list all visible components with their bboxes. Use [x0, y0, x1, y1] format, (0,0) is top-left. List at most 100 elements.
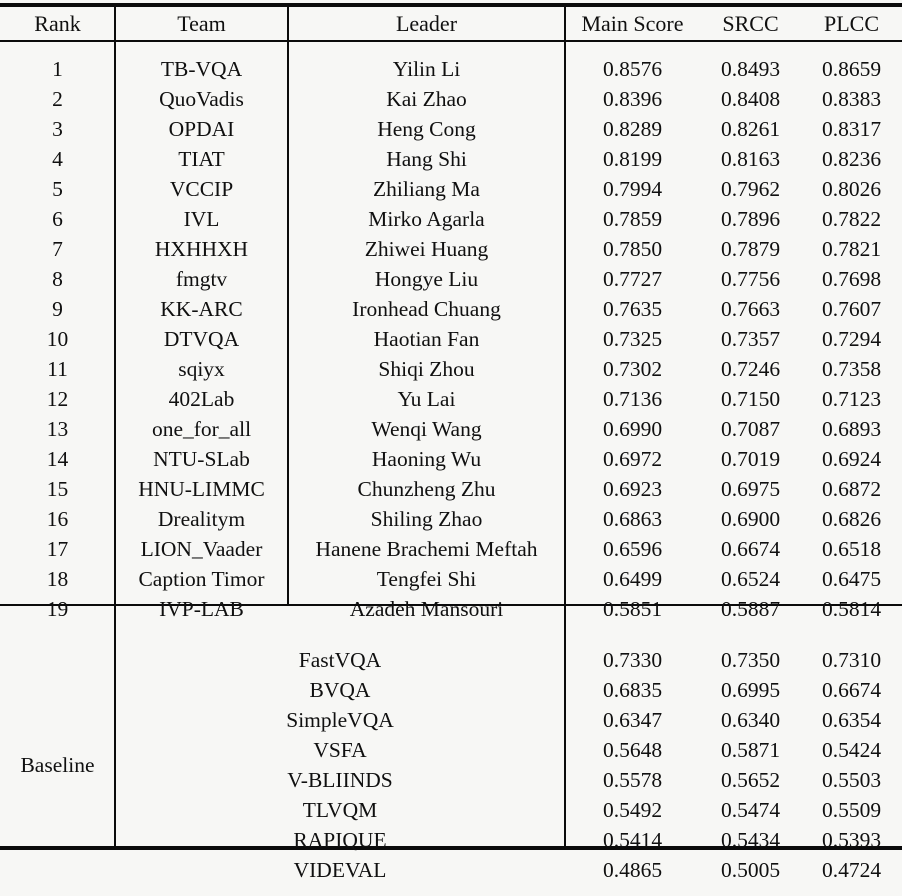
table-row: 8 fmgtv Hongye Liu 0.7727 0.7756 0.7698	[0, 265, 902, 295]
cell-leader: Shiqi Zhou	[378, 357, 475, 382]
spacer-above-header	[0, 0, 902, 9]
table-row: 14 NTU-SLab Haoning Wu 0.6972 0.7019 0.6924	[0, 445, 902, 475]
cell-main-score: 0.5414	[602, 828, 663, 853]
table-row: 6 IVL Mirko Agarla 0.7859 0.7896 0.7822	[0, 205, 902, 235]
cell-leader: Azadeh Mansouri	[349, 597, 504, 622]
cell-team: OPDAI	[168, 117, 235, 142]
cell-srcc: 0.7350	[720, 648, 781, 673]
cell-plcc: 0.7358	[821, 357, 882, 382]
cell-main-score: 0.8576	[602, 57, 663, 82]
cell-rank: 1	[52, 57, 63, 82]
cell-team: fmgtv	[175, 267, 228, 292]
cell-srcc: 0.7246	[720, 357, 781, 382]
table-row: 17 LION_Vaader Hanene Brachemi Meftah 0.659…	[0, 535, 902, 565]
cell-plcc: 0.5509	[821, 798, 882, 823]
cell-plcc: 0.5503	[821, 768, 882, 793]
table-row: 19 IVP-LAB Azadeh Mansouri 0.5851 0.5887 0.58…	[0, 595, 902, 625]
cell-rank: 12	[46, 387, 69, 412]
spacer-cell	[0, 39, 902, 46]
cell-leader: Tengfei Shi	[376, 567, 477, 592]
cell-srcc: 0.6975	[720, 477, 781, 502]
cell-leader: Yilin Li	[392, 57, 461, 82]
cell-srcc: 0.7019	[720, 447, 781, 472]
cell-plcc: 0.8236	[821, 147, 882, 172]
cell-leader: Haotian Fan	[373, 327, 480, 352]
cell-baseline-method: V-BLIINDS	[287, 768, 393, 793]
column-header-team: Team	[177, 11, 226, 36]
spacer-cell	[0, 0, 902, 9]
cell-team: TIAT	[178, 147, 225, 172]
cell-leader: Yu Lai	[397, 387, 456, 412]
cell-leader: Zhiwei Huang	[364, 237, 489, 262]
spacer-above-bottom-rule	[0, 886, 902, 896]
cell-plcc: 0.8026	[821, 177, 882, 202]
cell-srcc: 0.6340	[720, 708, 781, 733]
baseline-row: SimpleVQA 0.6347 0.6340 0.6354	[0, 706, 902, 736]
cell-main-score: 0.6499	[602, 567, 663, 592]
cell-plcc: 0.6674	[821, 678, 882, 703]
cell-main-score: 0.7635	[602, 297, 663, 322]
cell-plcc: 0.7294	[821, 327, 882, 352]
cell-leader: Mirko Agarla	[368, 207, 485, 232]
cell-srcc: 0.5871	[720, 738, 781, 763]
cell-srcc: 0.7879	[720, 237, 781, 262]
cell-rank: 3	[52, 117, 63, 142]
table-row: 4 TIAT Hang Shi 0.8199 0.8163 0.8236	[0, 145, 902, 175]
cell-plcc: 0.6872	[821, 477, 882, 502]
column-header-srcc: SRCC	[722, 11, 779, 36]
cell-plcc: 0.7821	[821, 237, 882, 262]
cell-main-score: 0.8199	[602, 147, 663, 172]
table-row: 12 402Lab Yu Lai 0.7136 0.7150 0.7123	[0, 385, 902, 415]
cell-srcc: 0.8163	[720, 147, 781, 172]
cell-leader: Heng Cong	[377, 117, 476, 142]
cell-srcc: 0.5887	[720, 597, 781, 622]
baseline-row: BVQA 0.6835 0.6995 0.6674	[0, 676, 902, 706]
baseline-section-label: Baseline	[20, 753, 95, 778]
cell-main-score: 0.5578	[602, 768, 663, 793]
cell-rank: 17	[46, 537, 69, 562]
results-table-container: Rank Team Leader Main Score SRCC PLCC 1 TB-VQA Y…	[0, 0, 902, 881]
cell-rank: 6	[52, 207, 63, 232]
cell-team: IVP-LAB	[159, 597, 244, 622]
cell-leader: Kai Zhao	[386, 87, 467, 112]
cell-srcc: 0.5005	[720, 858, 781, 883]
cell-plcc: 0.6518	[821, 537, 882, 562]
cell-leader: Haoning Wu	[371, 447, 482, 472]
cell-plcc: 0.8317	[821, 117, 882, 142]
cell-rank: 2	[52, 87, 63, 112]
table-row: 1 TB-VQA Yilin Li 0.8576 0.8493 0.8659	[0, 55, 902, 85]
cell-plcc: 0.7123	[821, 387, 882, 412]
cell-plcc: 0.5393	[821, 828, 882, 853]
cell-plcc: 0.6924	[821, 447, 882, 472]
cell-plcc: 0.8383	[821, 87, 882, 112]
cell-main-score: 0.6990	[602, 417, 663, 442]
cell-leader: Hang Shi	[386, 147, 467, 172]
cell-rank: 16	[46, 507, 69, 532]
cell-main-score: 0.7994	[602, 177, 663, 202]
table-row: 15 HNU-LIMMC Chunzheng Zhu 0.6923 0.6975 0.68…	[0, 475, 902, 505]
column-header-leader: Leader	[395, 11, 458, 36]
cell-main-score: 0.5492	[602, 798, 663, 823]
column-header-plcc: PLCC	[823, 11, 880, 36]
cell-rank: 4	[52, 147, 63, 172]
cell-baseline-method: VSFA	[313, 738, 367, 763]
cell-team: LION_Vaader	[140, 537, 263, 562]
cell-leader: Shiling Zhao	[370, 507, 483, 532]
cell-rank: 10	[46, 327, 69, 352]
cell-srcc: 0.7087	[720, 417, 781, 442]
cell-main-score: 0.6863	[602, 507, 663, 532]
cell-plcc: 0.7607	[821, 297, 882, 322]
cell-srcc: 0.6524	[720, 567, 781, 592]
cell-main-score: 0.5851	[602, 597, 663, 622]
cell-rank: 13	[46, 417, 69, 442]
cell-srcc: 0.6674	[720, 537, 781, 562]
cell-team: IVL	[183, 207, 220, 232]
cell-baseline-method: RAPIQUE	[293, 828, 387, 853]
table-row: 10 DTVQA Haotian Fan 0.7325 0.7357 0.7294	[0, 325, 902, 355]
cell-srcc: 0.7962	[720, 177, 781, 202]
spacer-cell	[0, 635, 902, 646]
cell-team: 402Lab	[168, 387, 235, 412]
cell-main-score: 0.5648	[602, 738, 663, 763]
cell-srcc: 0.7756	[720, 267, 781, 292]
spacer-above-first-row	[0, 46, 902, 55]
